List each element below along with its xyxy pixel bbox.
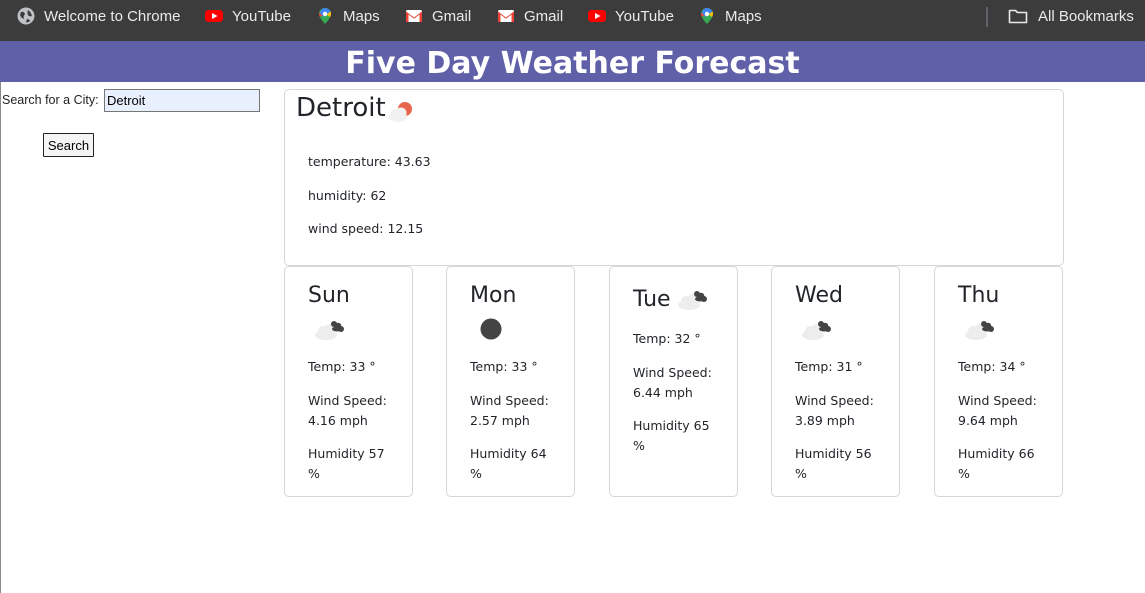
forecast-wind-label: Wind Speed:	[633, 365, 712, 380]
bookmarks-bar: Welcome to Chrome YouTube Maps Gmail Gma…	[0, 0, 1145, 41]
chrome-globe-icon	[17, 7, 35, 25]
forecast-humidity-unit: %	[795, 466, 807, 481]
current-temperature: temperature: 43.63	[308, 154, 431, 169]
current-wind-speed: wind speed: 12.15	[308, 221, 424, 236]
forecast-wind-label: Wind Speed:	[308, 393, 387, 408]
forecast-wind-value: 2.57 mph	[470, 413, 530, 428]
forecast-humidity-unit: %	[470, 466, 482, 481]
bookmark-label: Gmail	[524, 7, 564, 25]
current-weather-card: Detroit temperature: 43.63 humidity: 62 …	[284, 89, 1064, 266]
bookmark-label: YouTube	[615, 7, 674, 25]
maps-pin-icon	[701, 8, 713, 24]
forecast-humidity: Humidity 56	[795, 446, 872, 461]
forecast-card-wed: Wed Temp: 31 ° Wind Speed: 3.89 mph Humi…	[771, 266, 900, 497]
forecast-humidity: Humidity 64	[470, 446, 547, 461]
forecast-temp: Temp: 33 °	[470, 359, 538, 374]
all-bookmarks-label: All Bookmarks	[1038, 7, 1134, 25]
forecast-day: Sun	[308, 283, 350, 308]
cloudy-icon	[315, 321, 344, 340]
forecast-wind-value: 3.89 mph	[795, 413, 855, 428]
forecast-temp: Temp: 34 °	[958, 359, 1026, 374]
gmail-icon	[498, 10, 514, 22]
search-button[interactable]: Search	[43, 133, 94, 157]
bookmark-maps[interactable]: Maps	[698, 0, 762, 32]
forecast-wind-value: 4.16 mph	[308, 413, 368, 428]
bookmark-label: Gmail	[432, 7, 472, 25]
bookmarks-divider	[986, 7, 988, 27]
forecast-humidity-unit: %	[308, 466, 320, 481]
youtube-icon	[588, 10, 606, 22]
forecast-card-sun: Sun Temp: 33 ° Wind Speed: 4.16 mph Humi…	[284, 266, 413, 497]
forecast-humidity-unit: %	[633, 438, 645, 453]
cloudy-icon	[802, 321, 831, 340]
folder-icon	[1008, 9, 1028, 24]
page-title: Five Day Weather Forecast	[0, 41, 1145, 82]
forecast-humidity: Humidity 57	[308, 446, 385, 461]
gmail-icon	[406, 10, 422, 22]
bookmark-maps[interactable]: Maps	[316, 0, 380, 32]
bookmark-gmail[interactable]: Gmail	[497, 0, 563, 32]
all-bookmarks-button[interactable]: All Bookmarks	[1008, 0, 1134, 32]
forecast-card-thu: Thu Temp: 34 ° Wind Speed: 9.64 mph Humi…	[934, 266, 1063, 497]
forecast-temp: Temp: 31 °	[795, 359, 863, 374]
forecast-day: Thu	[958, 283, 1000, 308]
city-name: Detroit	[296, 93, 386, 123]
bookmark-label: Welcome to Chrome	[44, 7, 181, 25]
bookmark-label: Maps	[343, 7, 380, 25]
bookmark-label: Maps	[725, 7, 762, 25]
forecast-wind-value: 9.64 mph	[958, 413, 1018, 428]
forecast-wind-label: Wind Speed:	[958, 393, 1037, 408]
bookmark-youtube[interactable]: YouTube	[588, 0, 674, 32]
maps-pin-icon	[319, 8, 331, 24]
partly-cloudy-sun-icon	[389, 102, 412, 122]
cloudy-icon	[965, 321, 994, 340]
dark-circle-icon	[480, 318, 502, 340]
forecast-humidity: Humidity 65	[633, 418, 710, 433]
bookmark-gmail[interactable]: Gmail	[405, 0, 471, 32]
forecast-day: Tue	[633, 287, 671, 312]
current-humidity: humidity: 62	[308, 188, 387, 203]
city-search-input[interactable]	[104, 89, 260, 112]
search-label: Search for a City:	[2, 93, 99, 107]
forecast-card-tue: Tue Temp: 32 ° Wind Speed: 6.44 mph Humi…	[609, 266, 738, 497]
forecast-temp: Temp: 33 °	[308, 359, 376, 374]
bookmark-youtube[interactable]: YouTube	[205, 0, 291, 32]
cloudy-icon	[678, 291, 707, 310]
forecast-wind-label: Wind Speed:	[795, 393, 874, 408]
forecast-card-mon: Mon Temp: 33 ° Wind Speed: 2.57 mph Humi…	[446, 266, 575, 497]
forecast-wind-value: 6.44 mph	[633, 385, 693, 400]
forecast-humidity: Humidity 66	[958, 446, 1035, 461]
forecast-temp: Temp: 32 °	[633, 331, 701, 346]
youtube-icon	[205, 10, 223, 22]
bookmark-welcome-to-chrome[interactable]: Welcome to Chrome	[17, 0, 180, 32]
forecast-day: Mon	[470, 283, 517, 308]
forecast-wind-label: Wind Speed:	[470, 393, 549, 408]
bookmark-label: YouTube	[232, 7, 291, 25]
forecast-humidity-unit: %	[958, 466, 970, 481]
page-left-border	[0, 82, 1, 593]
forecast-day: Wed	[795, 283, 843, 308]
